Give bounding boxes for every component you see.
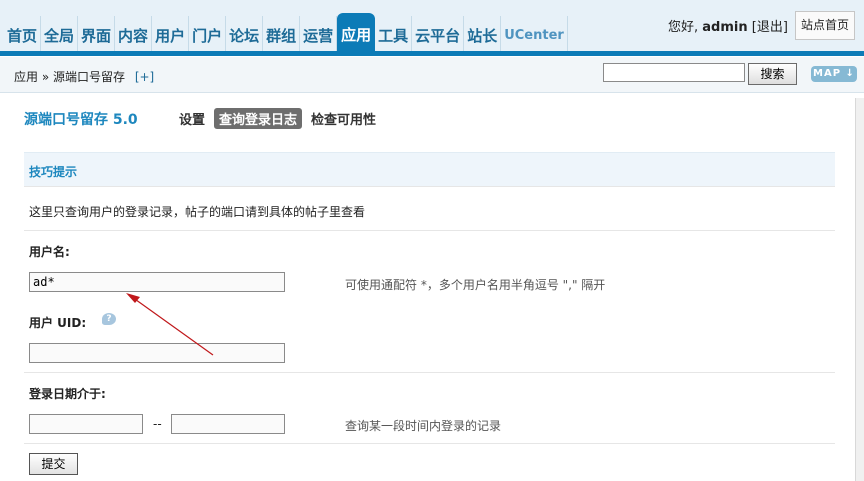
scrollbar[interactable] <box>855 98 864 481</box>
annotation-arrow-icon <box>126 293 214 356</box>
